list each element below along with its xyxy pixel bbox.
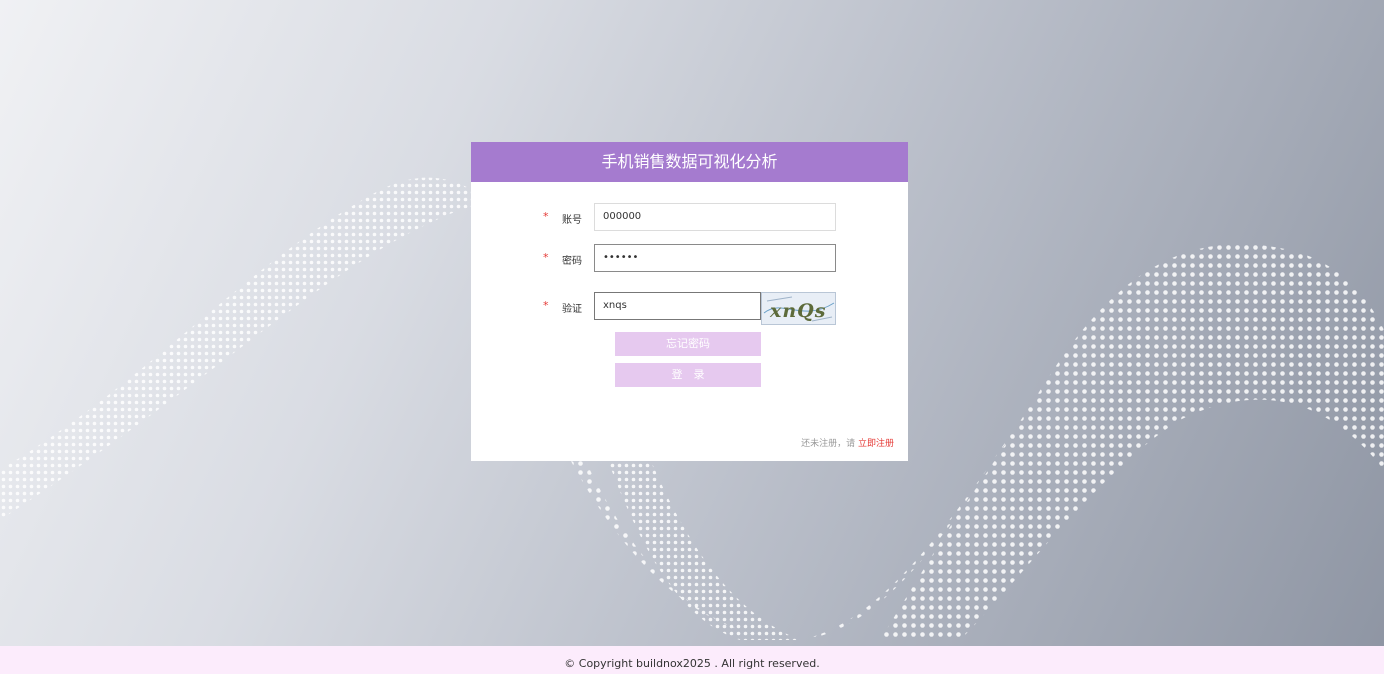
captcha-image[interactable]: xnQs [761,292,836,325]
account-row: * 账号 000000 [471,203,908,231]
captcha-label: 验证 [562,304,582,315]
captcha-input[interactable]: xnqs [594,292,761,320]
password-label: 密码 [562,256,582,267]
password-row: * 密码 •••••• [471,244,908,272]
captcha-row: * 验证 xnqs xnQs [471,292,908,325]
register-link[interactable]: 立即注册 [858,439,894,449]
login-button[interactable]: 登 录 [615,363,761,387]
required-mark: * [543,210,549,223]
login-card: 手机销售数据可视化分析 * 账号 000000 * 密码 •••••• * 验证… [471,142,908,461]
register-prompt-text: 还未注册，请 [801,439,856,449]
footer-copyright: © Copyright buildnox2025 . All right res… [0,646,1384,674]
password-input[interactable]: •••••• [594,244,836,272]
register-prompt: 还未注册，请 立即注册 [801,436,894,449]
page-title: 手机销售数据可视化分析 [471,142,908,182]
account-label: 账号 [562,215,582,226]
account-input[interactable]: 000000 [594,203,836,231]
captcha-text: xnQs [769,300,826,322]
required-mark: * [543,299,549,312]
forgot-password-button[interactable]: 忘记密码 [615,332,761,356]
required-mark: * [543,251,549,264]
